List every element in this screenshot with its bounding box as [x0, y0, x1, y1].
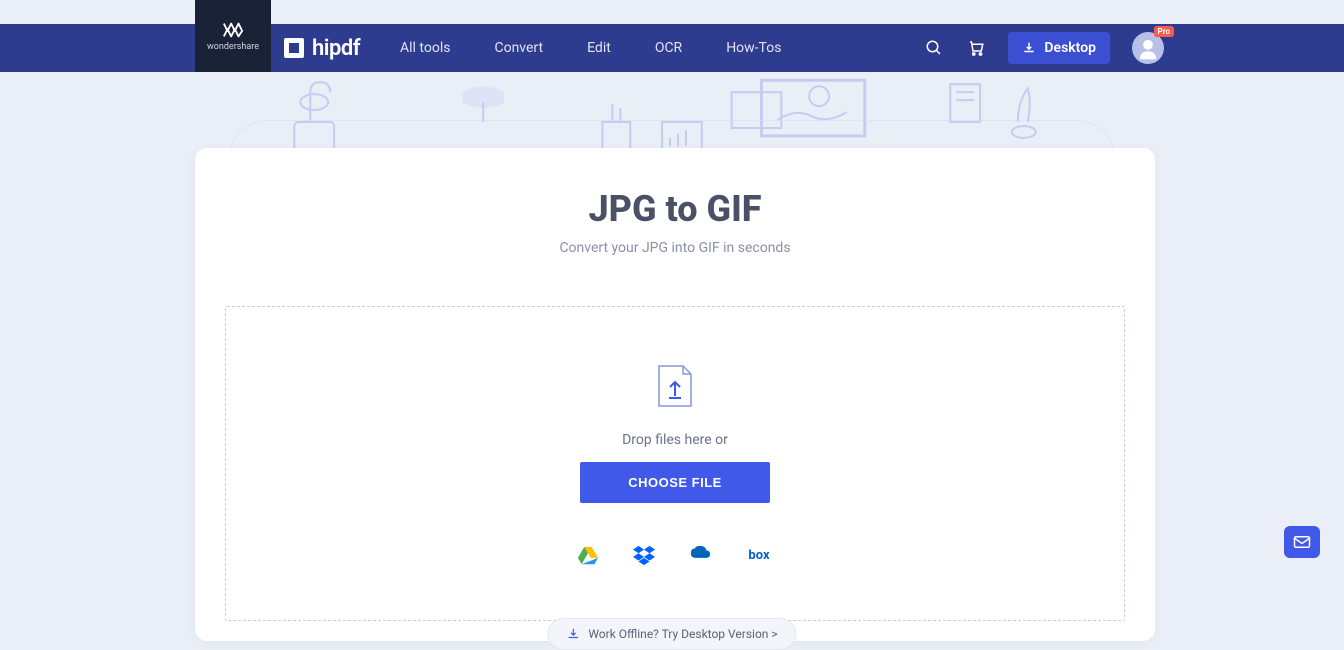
avatar-icon	[1135, 35, 1161, 61]
desktop-label: Desktop	[1044, 40, 1096, 56]
offline-desktop-button[interactable]: Work Offline? Try Desktop Version >	[547, 618, 796, 650]
google-drive-icon[interactable]	[577, 545, 599, 565]
download-icon	[1022, 41, 1036, 55]
user-avatar[interactable]: Pro	[1132, 32, 1164, 64]
upload-file-icon	[655, 362, 695, 410]
dropbox-icon[interactable]	[633, 545, 655, 565]
hipdf-icon	[284, 38, 304, 58]
main-card: JPG to GIF Convert your JPG into GIF in …	[195, 148, 1155, 641]
drop-text: Drop files here or	[246, 432, 1104, 448]
nav-convert[interactable]: Convert	[494, 40, 543, 56]
wondershare-label: wondershare	[207, 42, 259, 52]
nav-all-tools[interactable]: All tools	[400, 40, 450, 56]
nav-edit[interactable]: Edit	[587, 40, 611, 56]
cloud-providers: box	[246, 545, 1104, 565]
box-icon[interactable]: box	[745, 545, 773, 565]
mail-fab[interactable]	[1284, 526, 1320, 558]
brand-name: hipdf	[312, 36, 360, 61]
desktop-button[interactable]: Desktop	[1008, 32, 1110, 64]
wondershare-logo[interactable]: wondershare	[195, 0, 271, 72]
main-navbar: wondershare hipdf All tools Convert Edit…	[0, 24, 1344, 72]
offline-label: Work Offline? Try Desktop Version >	[588, 627, 777, 641]
page-title: JPG to GIF	[225, 188, 1125, 230]
nav-ocr[interactable]: OCR	[655, 40, 682, 56]
download-icon	[566, 627, 580, 641]
onedrive-icon[interactable]	[689, 545, 711, 565]
nav-right: Desktop Pro	[924, 32, 1164, 64]
pro-badge: Pro	[1154, 26, 1174, 37]
file-dropzone[interactable]: Drop files here or CHOOSE FILE box	[225, 306, 1125, 621]
mail-icon	[1293, 535, 1311, 549]
choose-file-button[interactable]: CHOOSE FILE	[580, 462, 770, 503]
cart-icon[interactable]	[966, 38, 986, 58]
wondershare-icon	[222, 21, 244, 39]
nav-how-tos[interactable]: How-Tos	[726, 40, 781, 56]
nav-links: All tools Convert Edit OCR How-Tos	[400, 40, 781, 56]
search-icon[interactable]	[924, 38, 944, 58]
hipdf-brand[interactable]: hipdf	[284, 36, 360, 61]
page-subtitle: Convert your JPG into GIF in seconds	[225, 240, 1125, 256]
